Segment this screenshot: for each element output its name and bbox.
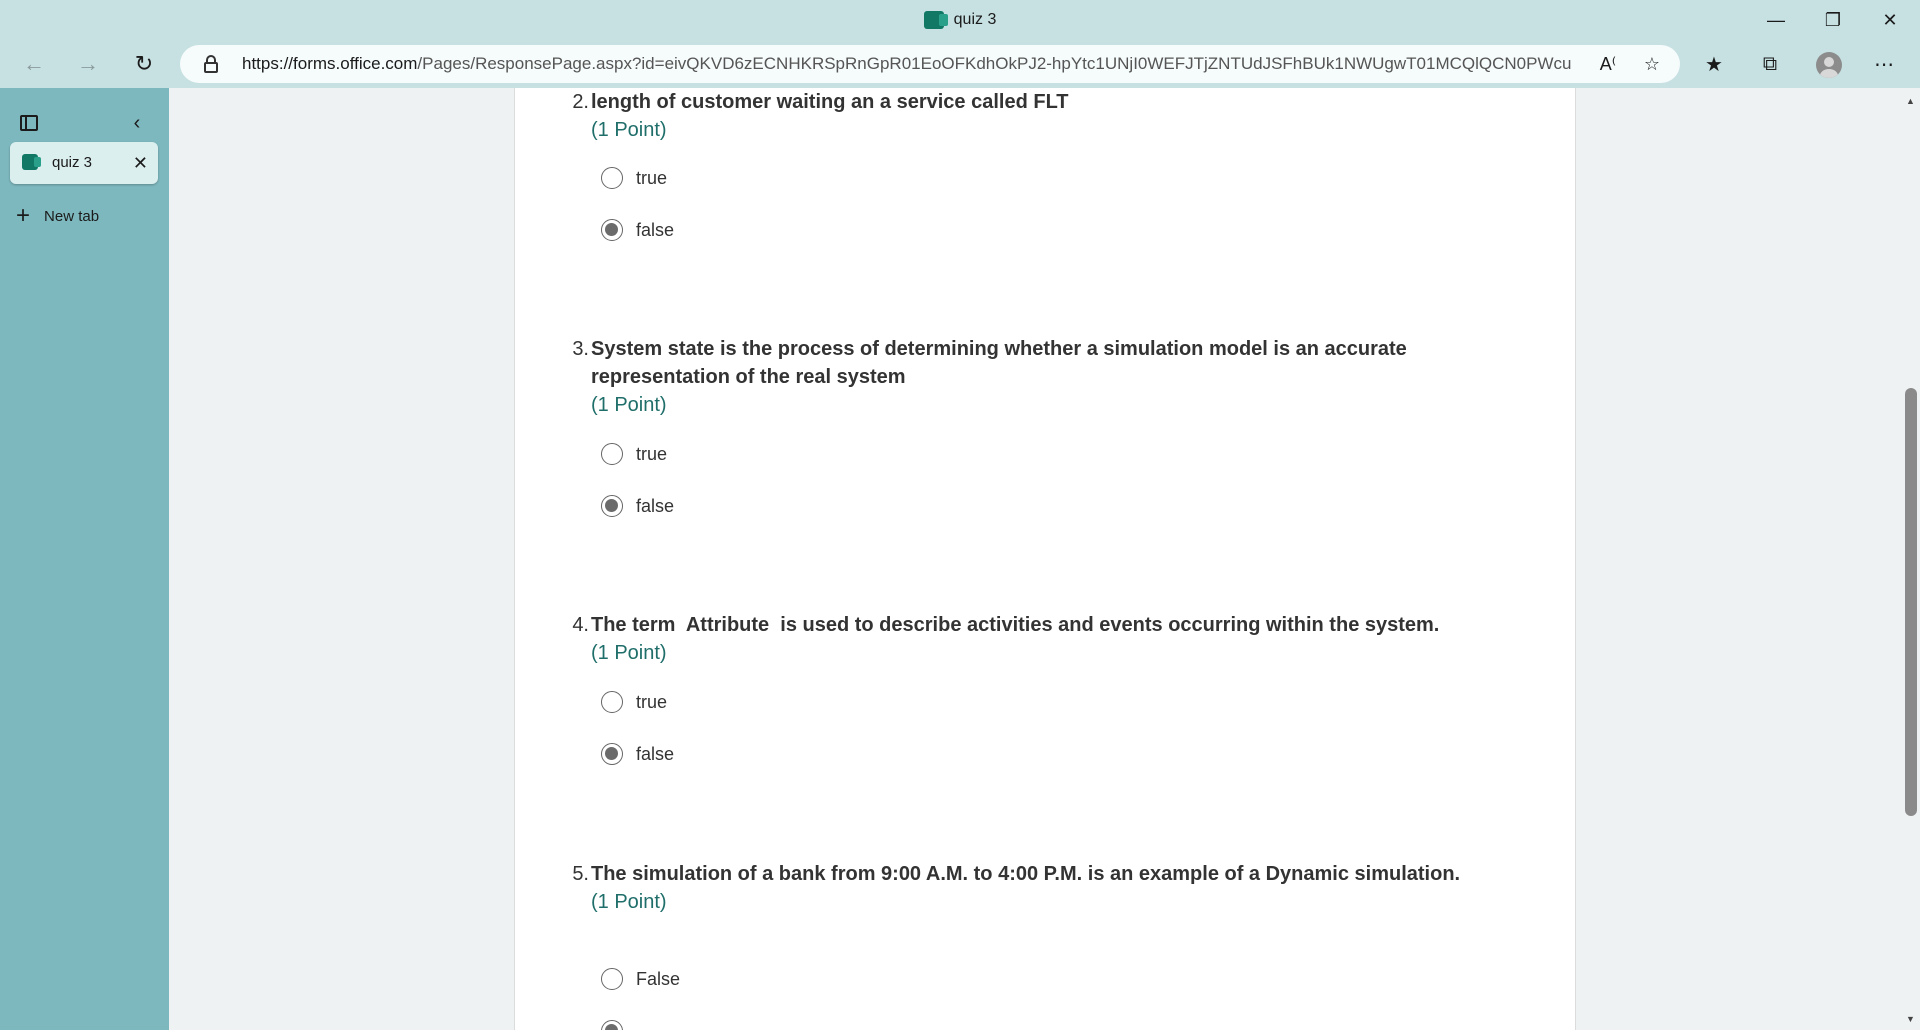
question-title: 4. The term Attribute is used to describ…	[572, 611, 1540, 639]
question-title: 2. length of customer waiting an a servi…	[572, 88, 1540, 116]
option-label: true	[636, 167, 668, 188]
question-number: 5.	[572, 863, 589, 885]
question-5: 5. The simulation of a bank from 9:00 A.…	[572, 860, 1540, 916]
url-host: https://forms.office.com	[242, 54, 418, 73]
forms-logo-icon	[22, 154, 41, 170]
tab-actions-icon[interactable]	[14, 108, 44, 138]
question-text: The simulation of a bank from 9:00 A.M. …	[591, 863, 1461, 885]
collapse-panel-icon[interactable]: ‹	[122, 108, 152, 138]
tab-close-icon[interactable]: ✕	[133, 142, 148, 184]
new-tab-button[interactable]: + New tab	[16, 200, 99, 232]
form-card: 2. length of customer waiting an a servi…	[514, 88, 1576, 1030]
url-text[interactable]: https://forms.office.com/Pages/ResponseP…	[242, 45, 1572, 83]
option-label: false	[636, 743, 675, 764]
close-icon[interactable]: ✕	[1862, 0, 1918, 40]
profile-avatar[interactable]	[1816, 52, 1842, 78]
question-number: 4.	[572, 614, 589, 636]
forward-icon[interactable]: →	[68, 46, 108, 82]
plus-icon: +	[16, 202, 31, 229]
question-2: 2. length of customer waiting an a servi…	[572, 88, 1540, 144]
scroll-down-icon[interactable]: ▼	[1906, 1014, 1915, 1024]
q2-option-false[interactable]: false	[601, 219, 674, 241]
url-path: /Pages/ResponsePage.aspx?id=eivQKVD6zECN…	[417, 54, 1572, 73]
q3-option-true[interactable]: true	[601, 443, 667, 465]
lock-icon[interactable]	[204, 55, 218, 73]
scroll-up-icon[interactable]: ▲	[1906, 96, 1915, 106]
option-label: true	[636, 691, 668, 712]
question-text: System state is the process of determini…	[591, 338, 1407, 388]
radio-button[interactable]	[601, 167, 623, 189]
question-title: 3. System state is the process of determ…	[572, 335, 1540, 391]
more-options-icon[interactable]: ⋯	[1862, 46, 1906, 82]
question-points: (1 Point)	[591, 119, 667, 141]
radio-button[interactable]	[601, 968, 623, 990]
forms-logo-icon	[923, 11, 948, 29]
new-tab-label: New tab	[44, 207, 100, 225]
radio-button[interactable]	[601, 691, 623, 713]
address-bar[interactable]: https://forms.office.com/Pages/ResponseP…	[180, 45, 1680, 83]
scroll-thumb[interactable]	[1905, 388, 1917, 816]
q2-option-true[interactable]: true	[601, 167, 667, 189]
tab-label: quiz 3	[52, 154, 93, 171]
vertical-tabs-sidebar: ‹ quiz 3 ✕ + New tab	[0, 88, 169, 1030]
page-content: 2. length of customer waiting an a servi…	[169, 88, 1902, 1030]
radio-button[interactable]	[601, 495, 623, 517]
add-favorite-icon[interactable]: ☆	[1636, 49, 1668, 79]
refresh-icon[interactable]: ↻	[124, 46, 164, 82]
navigation-bar: ← → ↻ https://forms.office.com/Pages/Res…	[0, 40, 1920, 88]
title-bar: quiz 3 — ❐ ✕	[0, 0, 1920, 40]
q5-option-second[interactable]	[601, 1020, 636, 1030]
question-3: 3. System state is the process of determ…	[572, 335, 1540, 419]
read-aloud-icon[interactable]: A⁽	[1592, 49, 1624, 79]
q3-option-false[interactable]: false	[601, 495, 674, 517]
radio-button[interactable]	[601, 1020, 623, 1030]
question-points: (1 Point)	[591, 891, 667, 913]
favorites-icon[interactable]: ★	[1692, 46, 1736, 82]
question-4: 4. The term Attribute is used to describ…	[572, 611, 1540, 667]
option-label: true	[636, 443, 668, 464]
option-label: false	[636, 219, 675, 240]
back-icon[interactable]: ←	[14, 46, 54, 82]
question-title: 5. The simulation of a bank from 9:00 A.…	[572, 860, 1540, 888]
collections-icon[interactable]: ⧉	[1748, 46, 1792, 82]
window-title-text: quiz 3	[953, 11, 997, 28]
window-title: quiz 3	[0, 0, 1920, 40]
q4-option-false[interactable]: false	[601, 743, 674, 765]
radio-button[interactable]	[601, 219, 623, 241]
radio-button[interactable]	[601, 743, 623, 765]
q4-option-true[interactable]: true	[601, 691, 667, 713]
question-number: 2.	[572, 91, 589, 113]
option-label: false	[636, 495, 675, 516]
radio-button[interactable]	[601, 443, 623, 465]
question-text: length of customer waiting an a service …	[591, 91, 1069, 113]
minimize-icon[interactable]: —	[1748, 0, 1804, 40]
question-number: 3.	[572, 338, 589, 360]
question-points: (1 Point)	[591, 394, 667, 416]
restore-icon[interactable]: ❐	[1805, 0, 1861, 40]
option-label: False	[636, 968, 681, 989]
question-text: The term Attribute is used to describe a…	[591, 614, 1440, 636]
q5-option-false[interactable]: False	[601, 968, 680, 990]
vertical-scrollbar[interactable]: ▲ ▼	[1902, 88, 1920, 1030]
question-points: (1 Point)	[591, 642, 667, 664]
tab-quiz-3[interactable]: quiz 3 ✕	[10, 142, 158, 184]
